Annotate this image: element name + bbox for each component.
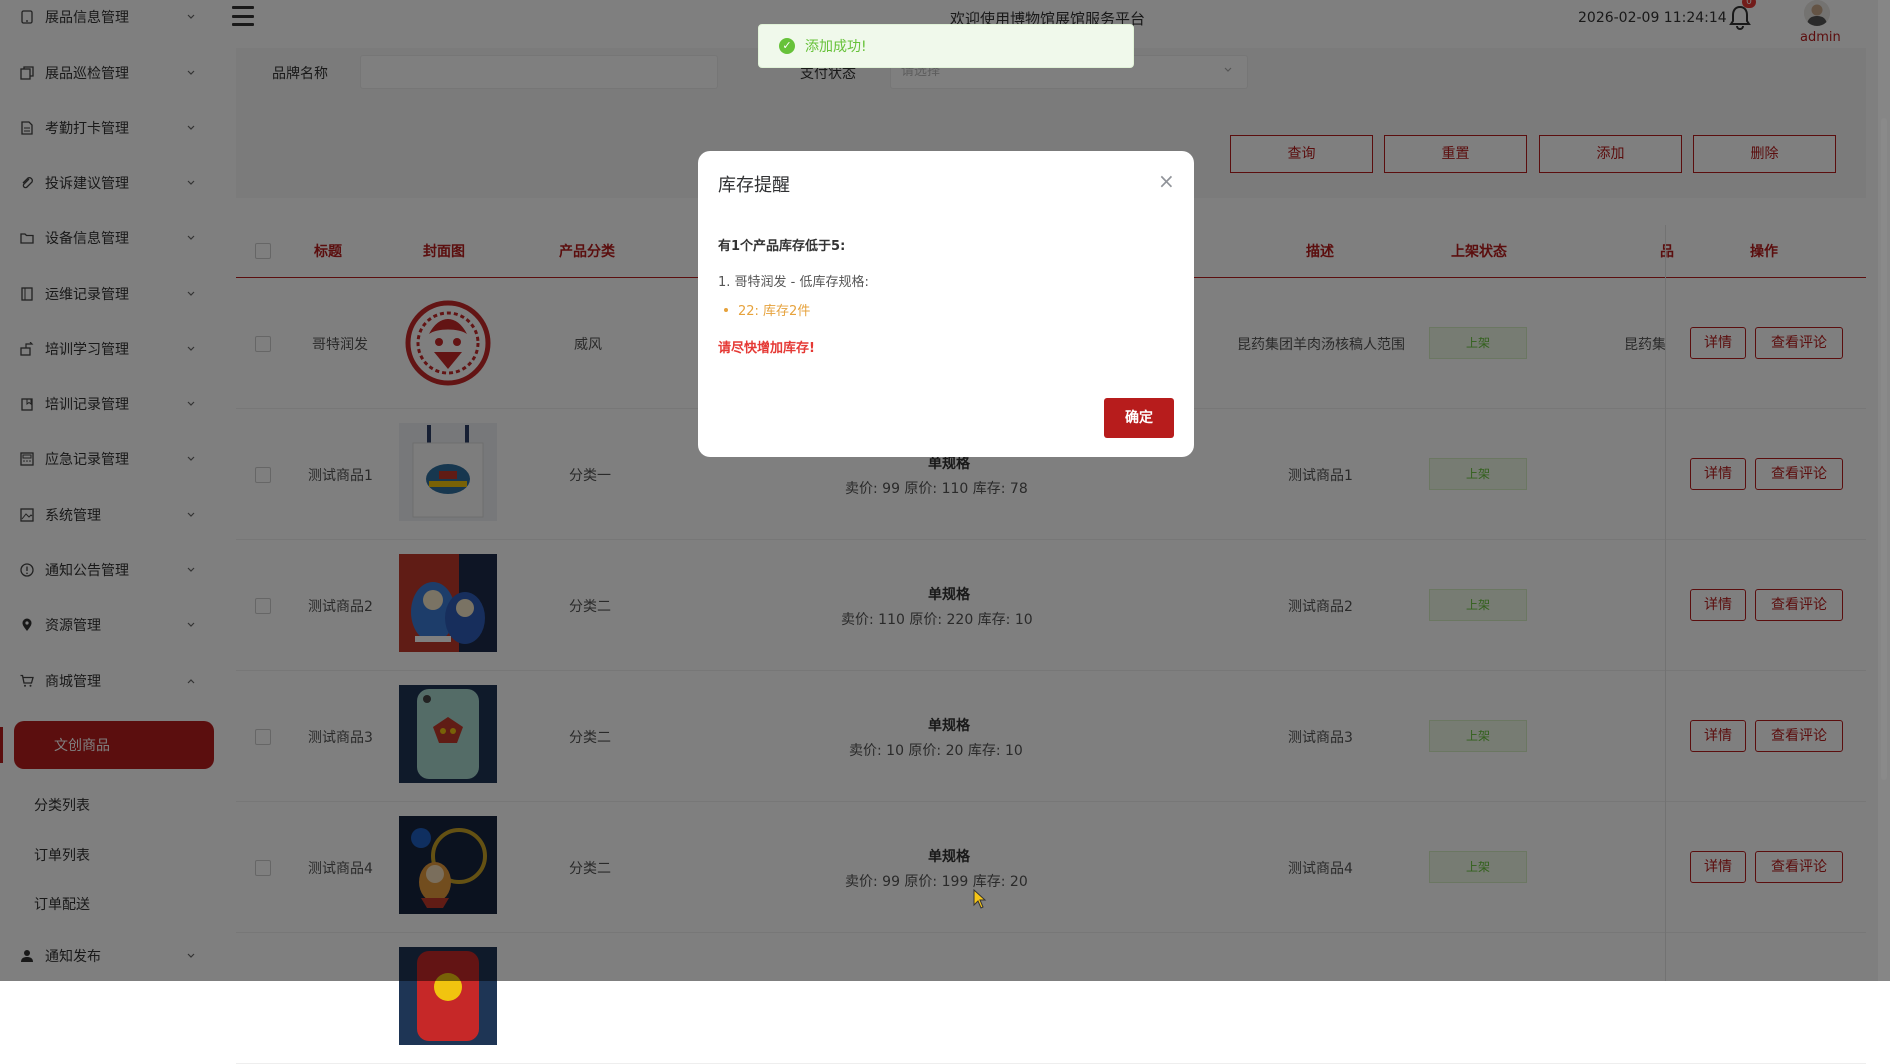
success-toast: ✓ 添加成功! bbox=[758, 24, 1134, 68]
toast-message: 添加成功! bbox=[805, 39, 867, 55]
dialog-warning: 请尽快增加库存! bbox=[718, 341, 815, 356]
check-circle-icon: ✓ bbox=[779, 38, 795, 54]
low-stock-product: 1. 哥特润发 - 低库存规格: bbox=[718, 275, 869, 290]
stock-alert-dialog: 库存提醒 × 有1个产品库存低于5: 1. 哥特润发 - 低库存规格: 22: … bbox=[698, 151, 1194, 457]
low-stock-spec-text: 22: 库存2件 bbox=[738, 304, 811, 319]
confirm-button[interactable]: 确定 bbox=[1104, 398, 1174, 438]
bullet-icon bbox=[724, 307, 728, 312]
dialog-heading: 有1个产品库存低于5: bbox=[718, 239, 846, 254]
low-stock-spec: 22: 库存2件 bbox=[724, 300, 810, 319]
scrollbar-thumb[interactable] bbox=[1881, 118, 1887, 780]
modal-overlay[interactable] bbox=[0, 0, 1890, 981]
close-icon[interactable]: × bbox=[1158, 169, 1175, 193]
dialog-title: 库存提醒 bbox=[718, 175, 790, 196]
